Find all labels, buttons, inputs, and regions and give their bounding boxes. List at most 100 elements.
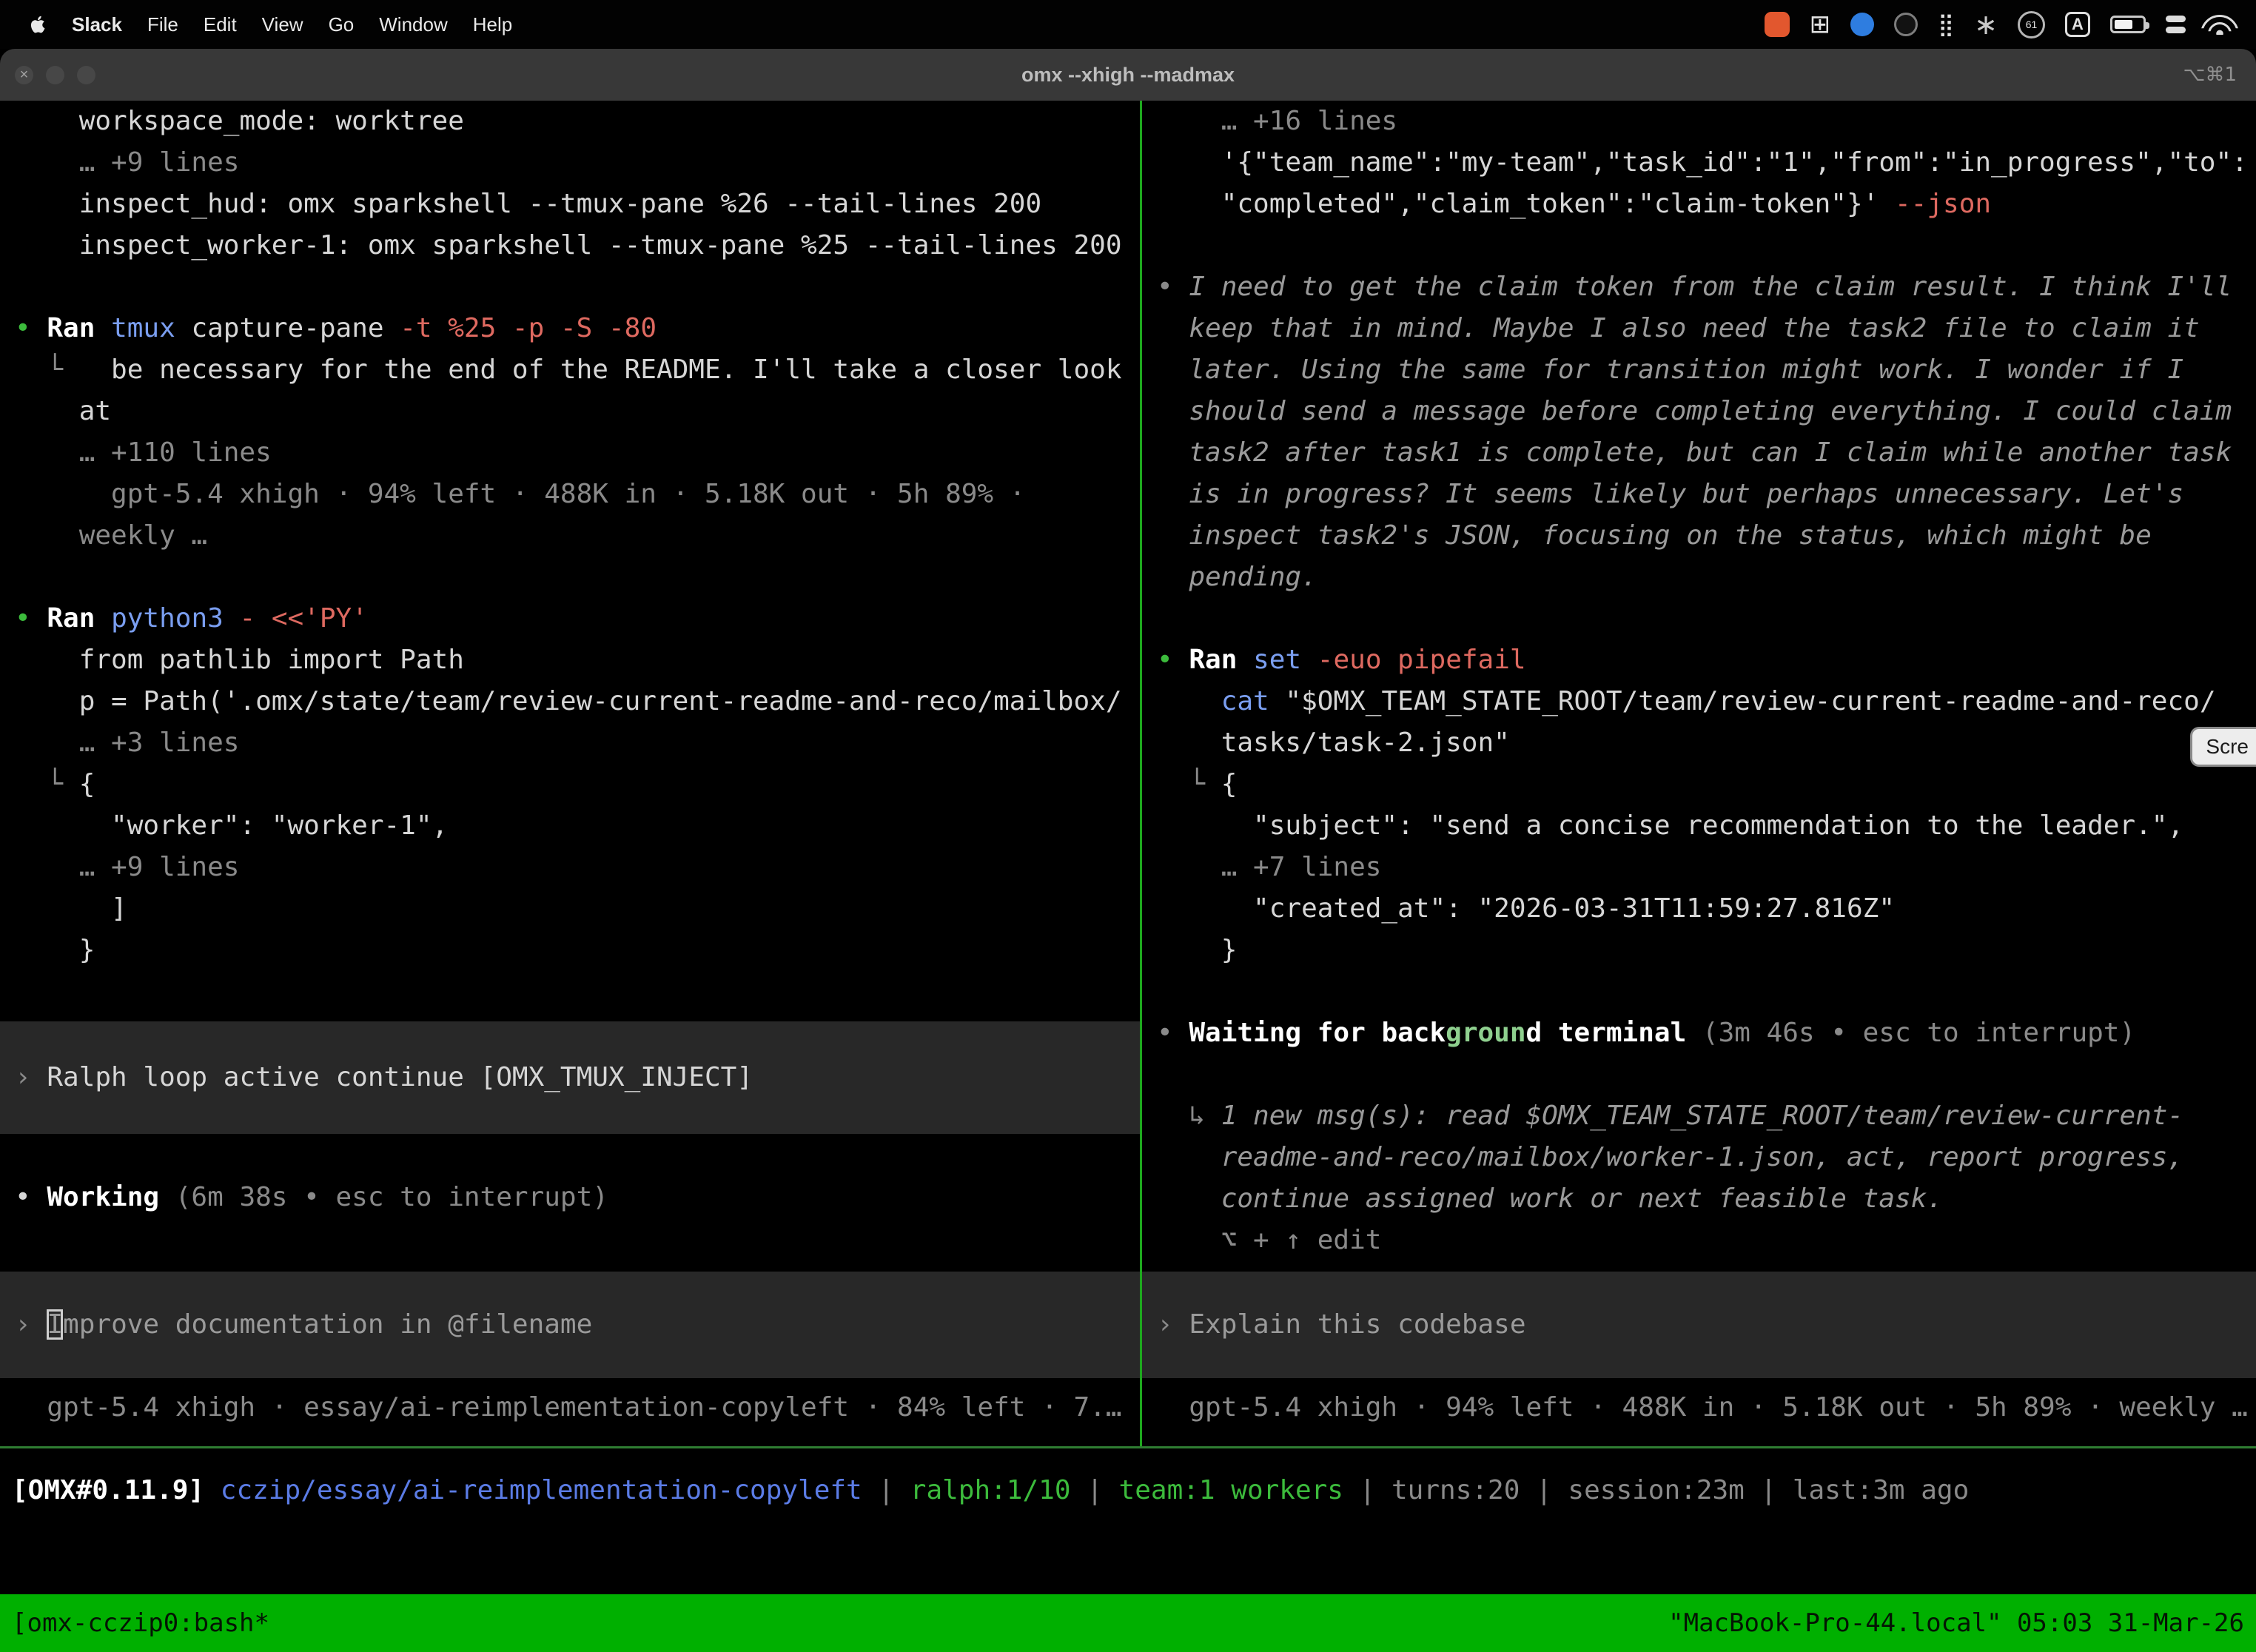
- asterisk-app-icon[interactable]: ∗: [1974, 8, 1998, 41]
- tmux-status-bar: [omx-cczip0:bash* "MacBook-Pro-44.local"…: [0, 1594, 2256, 1652]
- ralph-loop-banner: › Ralph loop active continue [OMX_TMUX_I…: [0, 1021, 1140, 1134]
- apple-menu-icon[interactable]: [16, 13, 59, 36]
- terminal-line: ]: [0, 888, 1140, 930]
- menu-items: FileEditViewGoWindowHelp: [135, 13, 525, 36]
- terminal-line: should send a message before completing …: [1142, 391, 2256, 432]
- screen-recording-indicator-icon[interactable]: [1765, 12, 1790, 37]
- terminal-line: └ be necessary for the end of the README…: [0, 349, 1140, 391]
- menu-bar: Slack FileEditViewGoWindowHelp ⊞ ⣿ ∗ 61: [0, 0, 2256, 49]
- screen-tooltip[interactable]: Scre: [2190, 727, 2256, 767]
- terminal-line: p = Path('.omx/state/team/review-current…: [0, 681, 1140, 722]
- menu-item-edit[interactable]: Edit: [191, 13, 249, 36]
- menu-item-view[interactable]: View: [249, 13, 316, 36]
- prompt-input-right[interactable]: › Explain this codebase: [1142, 1272, 2256, 1378]
- terminal-line: • I need to get the claim token from the…: [1142, 266, 2256, 308]
- terminal-line: is in progress? It seems likely but perh…: [1142, 474, 2256, 515]
- terminal-line: cat "$OMX_TEAM_STATE_ROOT/team/review-cu…: [1142, 681, 2256, 722]
- window-title: omx --xhigh --madmax: [0, 64, 2256, 87]
- terminal-line: weekly …: [0, 515, 1140, 557]
- terminal-line: inspect task2's JSON, focusing on the st…: [1142, 515, 2256, 557]
- minimize-button[interactable]: [46, 66, 64, 84]
- spacer: [1142, 1261, 2256, 1272]
- prompt-input-left-text: › Improve documentation in @filename: [0, 1304, 592, 1346]
- terminal-line: "worker": "worker-1",: [0, 805, 1140, 847]
- close-button[interactable]: [15, 66, 33, 84]
- terminal-line: [1142, 971, 2256, 1013]
- terminal-line: "completed","claim_token":"claim-token"}…: [1142, 184, 2256, 225]
- dots-grid-icon[interactable]: ⣿: [1938, 12, 1954, 38]
- model-status-left: gpt-5.4 xhigh · essay/ai-reimplementatio…: [0, 1387, 1140, 1428]
- pane-border-horizontal: [0, 1446, 2256, 1448]
- tmux-host-time-label: "MacBook-Pro-44.local" 05:03 31-Mar-26: [1668, 1608, 2244, 1638]
- terminal-line: … +7 lines: [1142, 847, 2256, 888]
- terminal-line: └ {: [1142, 764, 2256, 805]
- record-app-icon[interactable]: [1894, 13, 1918, 36]
- ralph-loop-banner-text: › Ralph loop active continue [OMX_TMUX_I…: [0, 1057, 753, 1098]
- terminal-line: "subject": "send a concise recommendatio…: [1142, 805, 2256, 847]
- terminal-line: [1142, 598, 2256, 639]
- terminal-line: [0, 266, 1140, 308]
- battery-icon[interactable]: [2110, 16, 2146, 33]
- terminal-line: ↳ 1 new msg(s): read $OMX_TEAM_STATE_ROO…: [1142, 1095, 2256, 1137]
- terminal-line: … +3 lines: [0, 722, 1140, 764]
- terminal-line: at: [0, 391, 1140, 432]
- model-status-right: gpt-5.4 xhigh · 94% left · 488K in · 5.1…: [1142, 1387, 2256, 1428]
- terminal-line: • Waiting for background terminal (3m 46…: [1142, 1013, 2256, 1054]
- terminal-line: [1142, 225, 2256, 266]
- spacer: [0, 1218, 1140, 1272]
- terminal-line: • Ran set -euo pipefail: [1142, 639, 2256, 681]
- pane-right[interactable]: … +16 lines '{"team_name":"my-team","tas…: [1142, 101, 2256, 1446]
- menu-item-slack[interactable]: Slack: [59, 13, 135, 36]
- scrollback-left: workspace_mode: worktree … +9 lines insp…: [0, 101, 1140, 971]
- menu-item-window[interactable]: Window: [366, 13, 460, 36]
- prompt-input-left[interactable]: › Improve documentation in @filename: [0, 1272, 1140, 1378]
- pane-left[interactable]: workspace_mode: worktree … +9 lines insp…: [0, 101, 1140, 1446]
- tmux-panes: workspace_mode: worktree … +9 lines insp…: [0, 101, 2256, 1446]
- window-shortcut-hint: ⌥⌘1: [2183, 64, 2256, 86]
- terminal-window: omx --xhigh --madmax ⌥⌘1 workspace_mode:…: [0, 49, 2256, 1652]
- omx-status-line: [OMX#0.11.9] cczip/essay/ai-reimplementa…: [0, 1470, 2256, 1511]
- title-bar[interactable]: omx --xhigh --madmax ⌥⌘1: [0, 49, 2256, 101]
- terminal-line: [0, 557, 1140, 598]
- terminal-line: keep that in mind. Maybe I also need the…: [1142, 308, 2256, 349]
- control-center-icon[interactable]: [2166, 16, 2186, 33]
- window-grid-icon[interactable]: ⊞: [1810, 10, 1831, 39]
- text-tool-icon[interactable]: [2065, 12, 2090, 37]
- desktop: Slack FileEditViewGoWindowHelp ⊞ ⣿ ∗ 61 omx…: [0, 0, 2256, 1652]
- terminal-line: … +16 lines: [1142, 101, 2256, 142]
- status-icons: ⊞ ⣿ ∗ 61: [1765, 8, 2240, 41]
- blue-app-icon[interactable]: [1850, 13, 1874, 36]
- terminal-line: inspect_worker-1: omx sparkshell --tmux-…: [0, 225, 1140, 266]
- terminal-line: }: [0, 930, 1140, 971]
- terminal-line: later. Using the same for transition mig…: [1142, 349, 2256, 391]
- terminal-line: └ {: [0, 764, 1140, 805]
- terminal-line: readme-and-reco/mailbox/worker-1.json, a…: [1142, 1137, 2256, 1178]
- prompt-input-right-text: › Explain this codebase: [1142, 1304, 1526, 1346]
- menu-item-file[interactable]: File: [135, 13, 191, 36]
- terminal-line: … +9 lines: [0, 142, 1140, 184]
- terminal-line: workspace_mode: worktree: [0, 101, 1140, 142]
- tmux-session-label: [omx-cczip0:bash*: [12, 1608, 269, 1638]
- window-controls: [0, 66, 95, 84]
- working-status: • Working (6m 38s • esc to interrupt): [0, 1177, 1140, 1218]
- terminal-line: }: [1142, 930, 2256, 971]
- terminal-line: • Ran python3 - <<'PY': [0, 598, 1140, 639]
- menu-item-go[interactable]: Go: [316, 13, 367, 36]
- terminal-line: task2 after task1 is complete, but can I…: [1142, 432, 2256, 474]
- terminal-line: continue assigned work or next feasible …: [1142, 1178, 2256, 1220]
- terminal-line: inspect_hud: omx sparkshell --tmux-pane …: [0, 184, 1140, 225]
- battery-gauge-icon[interactable]: 61: [2018, 11, 2045, 38]
- zoom-button[interactable]: [77, 66, 95, 84]
- terminal-line: pending.: [1142, 557, 2256, 598]
- terminal-line: from pathlib import Path: [0, 639, 1140, 681]
- terminal-line: '{"team_name":"my-team","task_id":"1","f…: [1142, 142, 2256, 184]
- scrollback-right: … +16 lines '{"team_name":"my-team","tas…: [1142, 101, 2256, 1261]
- terminal-line: tasks/task-2.json": [1142, 722, 2256, 764]
- terminal-line: ⌥ + ↑ edit: [1142, 1220, 2256, 1261]
- wifi-icon[interactable]: [2206, 15, 2234, 35]
- menu-item-help[interactable]: Help: [460, 13, 525, 36]
- terminal-line: … +110 lines: [0, 432, 1140, 474]
- terminal-line: • Ran tmux capture-pane -t %25 -p -S -80: [0, 308, 1140, 349]
- terminal-line: gpt-5.4 xhigh · 94% left · 488K in · 5.1…: [0, 474, 1140, 515]
- terminal-line: "created_at": "2026-03-31T11:59:27.816Z": [1142, 888, 2256, 930]
